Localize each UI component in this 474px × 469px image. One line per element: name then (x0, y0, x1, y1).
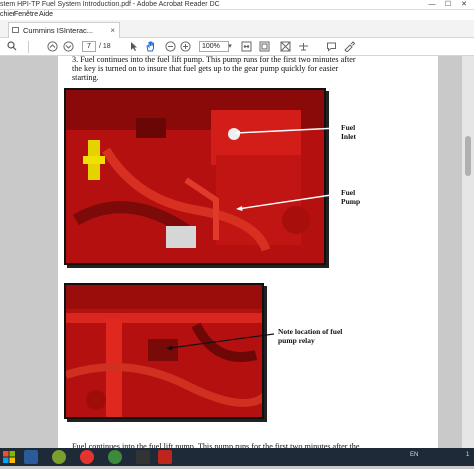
maximize-button[interactable]: ☐ (440, 0, 456, 10)
menu-file[interactable]: chier (0, 10, 15, 20)
scroll-mode-icon[interactable] (279, 41, 291, 53)
tab-bar: Cummins ISInterac... × (0, 20, 474, 38)
menu-help[interactable]: Aide (39, 10, 53, 20)
zoom-out-icon[interactable] (164, 41, 176, 53)
clock[interactable]: 1 (466, 452, 469, 458)
comment-icon[interactable] (325, 41, 337, 53)
close-button[interactable]: ✕ (456, 0, 472, 10)
next-page-icon[interactable] (62, 41, 74, 53)
toolbar-divider (28, 41, 29, 53)
zoom-in-icon[interactable] (179, 41, 191, 53)
browser-icon[interactable] (108, 450, 122, 464)
hand-icon[interactable] (144, 41, 156, 53)
fit-width-icon[interactable] (240, 41, 252, 53)
app-icon[interactable] (52, 450, 66, 464)
media-player-icon[interactable] (24, 450, 38, 464)
fit-page-icon[interactable] (258, 41, 270, 53)
terminal-icon[interactable] (136, 450, 150, 464)
scrollbar-thumb[interactable] (465, 136, 471, 176)
start-icon[interactable] (2, 450, 16, 464)
minimize-button[interactable]: — (424, 0, 440, 10)
menu-bar: chier Fenêtre Aide (0, 10, 474, 20)
toolbar: 7 / 18 100% ▾ (0, 38, 474, 56)
title-bar: stem HPI-TP Fuel System Introduction.pdf… (0, 0, 474, 10)
page-total: / 18 (99, 43, 111, 50)
zoom-dropdown-icon[interactable]: ▾ (224, 41, 236, 53)
document-viewer[interactable]: 3. Fuel continues into the fuel lift pum… (0, 55, 474, 451)
pointer-icon[interactable] (128, 41, 140, 53)
acrobat-icon[interactable] (158, 450, 172, 464)
taskbar: EN 1 (0, 448, 474, 466)
read-mode-icon[interactable] (297, 41, 309, 53)
menu-window[interactable]: Fenêtre (14, 10, 38, 20)
window-controls: — ☐ ✕ (424, 0, 472, 10)
tab-label: Cummins ISInterac... (23, 26, 94, 35)
previous-page-icon[interactable] (46, 41, 58, 53)
pdf-page: 3. Fuel continues into the fuel lift pum… (58, 55, 438, 451)
window-title: stem HPI-TP Fuel System Introduction.pdf… (0, 1, 220, 8)
chrome-icon[interactable] (80, 450, 94, 464)
sign-icon[interactable] (343, 41, 355, 53)
search-icon[interactable] (6, 41, 18, 53)
tab-document[interactable]: Cummins ISInterac... × (8, 22, 120, 38)
callout-arrows (166, 127, 339, 351)
tab-close-icon[interactable]: × (110, 23, 115, 38)
document-icon (12, 27, 19, 33)
page-number-input[interactable]: 7 (82, 41, 96, 52)
vertical-scrollbar[interactable] (462, 56, 474, 448)
language-indicator[interactable]: EN (410, 452, 418, 458)
